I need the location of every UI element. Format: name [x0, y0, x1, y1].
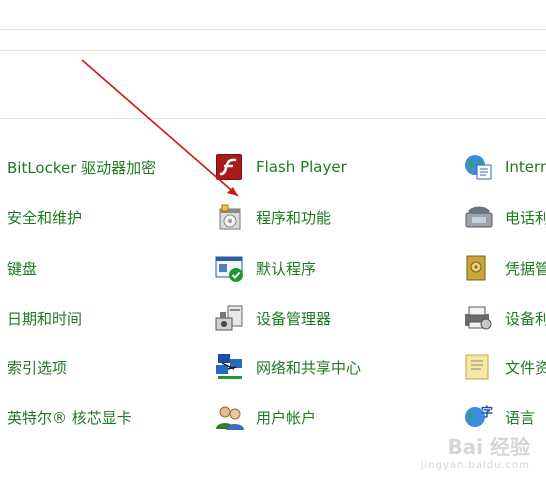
flash-player-label: Flash Player: [256, 158, 347, 176]
file-explorer-options-label: 文件资: [505, 358, 546, 377]
phone-modem-label: 电话利: [505, 208, 546, 227]
intel-graphics-link[interactable]: 英特尔® 核芯显卡: [7, 403, 132, 431]
default-programs-link[interactable]: 默认程序: [214, 254, 316, 282]
default-programs-icon: [214, 254, 246, 282]
intel-graphics-label: 英特尔® 核芯显卡: [7, 408, 132, 427]
top-divider: [0, 29, 546, 30]
globe-icon: [463, 153, 495, 181]
datetime-link[interactable]: 日期和时间: [7, 304, 82, 332]
search-divider: [0, 50, 546, 51]
default-programs-label: 默认程序: [256, 259, 317, 278]
security-maintenance-label: 安全和维护: [7, 208, 83, 227]
flash-player-link[interactable]: Flash Player: [214, 153, 347, 181]
network-sharing-icon: [214, 353, 246, 381]
printer-icon: [463, 304, 495, 332]
credential-manager-link[interactable]: 凭据管: [463, 254, 546, 282]
internet-options-link[interactable]: Intern: [463, 153, 546, 181]
bitlocker-link[interactable]: BitLocker 驱动器加密: [7, 153, 156, 181]
network-sharing-link[interactable]: 网络和共享中心: [214, 353, 361, 381]
internet-options-label: Intern: [505, 158, 546, 176]
language-label: 语言: [505, 408, 536, 427]
flash-player-icon: [214, 153, 246, 181]
keyboard-label: 键盘: [7, 259, 38, 278]
devices-printers-label: 设备利: [505, 309, 546, 328]
watermark-url: jingyan.baidu.com: [420, 460, 530, 471]
svg-text:字: 字: [481, 404, 493, 419]
watermark-logo: Bai 经验: [447, 435, 530, 459]
network-sharing-label: 网络和共享中心: [256, 358, 362, 377]
user-accounts-label: 用户帐户: [256, 408, 317, 427]
programs-features-icon: [214, 203, 246, 231]
language-link[interactable]: 字 语言: [463, 403, 535, 431]
language-globe-icon: 字: [463, 403, 495, 431]
programs-features-link[interactable]: 程序和功能: [214, 203, 331, 231]
vault-icon: [463, 254, 495, 282]
bitlocker-label: BitLocker 驱动器加密: [7, 158, 157, 177]
phone-icon: [463, 203, 495, 231]
baidu-watermark: Bai 经验 jingyan.baidu.com: [421, 437, 530, 471]
device-manager-link[interactable]: 设备管理器: [214, 304, 331, 332]
phone-modem-link[interactable]: 电话利: [463, 203, 546, 231]
credential-manager-label: 凭据管: [505, 259, 546, 278]
device-manager-icon: [214, 304, 246, 332]
folder-icon: [463, 353, 495, 381]
devices-printers-link[interactable]: 设备利: [463, 304, 546, 332]
datetime-label: 日期和时间: [7, 309, 83, 328]
user-accounts-link[interactable]: 用户帐户: [214, 403, 316, 431]
security-maintenance-link[interactable]: 安全和维护: [7, 203, 82, 231]
user-accounts-icon: [214, 403, 246, 431]
content-divider: [0, 118, 546, 119]
indexing-options-label: 索引选项: [7, 358, 68, 377]
keyboard-link[interactable]: 键盘: [7, 254, 37, 282]
programs-features-label: 程序和功能: [256, 208, 332, 227]
device-manager-label: 设备管理器: [256, 309, 332, 328]
file-explorer-options-link[interactable]: 文件资: [463, 353, 546, 381]
indexing-options-link[interactable]: 索引选项: [7, 353, 67, 381]
